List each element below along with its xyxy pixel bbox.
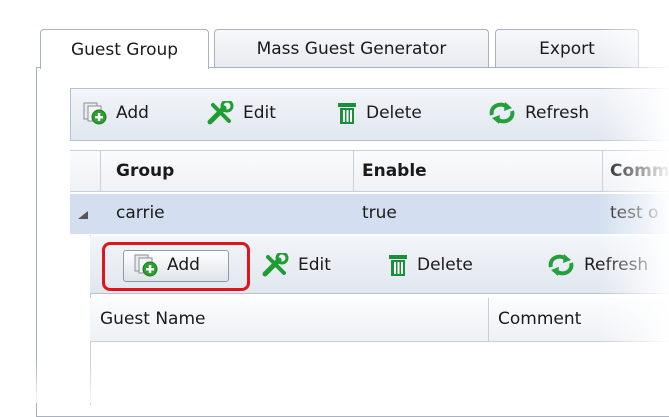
- column-header-group[interactable]: Group: [116, 161, 174, 181]
- tools-icon: [262, 253, 289, 277]
- highlight-box: [102, 242, 250, 291]
- guest-edit-button[interactable]: Edit: [262, 253, 331, 277]
- refresh-icon: [489, 102, 515, 124]
- guest-refresh-button[interactable]: Refresh: [546, 253, 648, 277]
- group-table-header: Group Enable Comment: [70, 150, 669, 192]
- refresh-icon: [548, 254, 574, 276]
- delete-label: Delete: [417, 255, 473, 275]
- group-delete-button[interactable]: Delete: [336, 101, 422, 125]
- enable-cell: true: [362, 203, 397, 223]
- edit-label: Edit: [298, 255, 331, 275]
- tab-label: Guest Group: [70, 39, 179, 60]
- table-row[interactable]: carrie true test o: [70, 194, 669, 234]
- edit-label: Edit: [243, 103, 276, 123]
- trash-icon: [389, 255, 407, 276]
- group-cell: carrie: [116, 203, 165, 223]
- add-label: Add: [116, 103, 149, 123]
- guest-delete-button[interactable]: Delete: [387, 253, 473, 277]
- group-add-button[interactable]: Add: [82, 101, 149, 125]
- column-header-guest-name[interactable]: Guest Name: [100, 309, 206, 329]
- column-header-comment[interactable]: Comment: [610, 161, 669, 181]
- group-refresh-button[interactable]: Refresh: [487, 101, 589, 125]
- comment-cell: test o: [610, 203, 659, 223]
- tab-export[interactable]: Export: [495, 29, 639, 67]
- refresh-label: Refresh: [525, 103, 590, 123]
- guest-table-header: Guest Name Comment: [90, 298, 669, 342]
- refresh-label: Refresh: [584, 255, 649, 275]
- delete-label: Delete: [366, 103, 422, 123]
- tab-guest-group[interactable]: Guest Group: [40, 29, 209, 69]
- expand-triangle-icon[interactable]: [77, 210, 89, 220]
- group-edit-button[interactable]: Edit: [207, 101, 276, 125]
- add-icon: [83, 102, 107, 125]
- column-header-enable[interactable]: Enable: [362, 161, 427, 181]
- tab-label: Mass Guest Generator: [256, 38, 447, 59]
- tools-icon: [207, 101, 234, 125]
- trash-icon: [338, 103, 356, 124]
- tab-label: Export: [539, 38, 595, 59]
- tab-mass-guest-generator[interactable]: Mass Guest Generator: [214, 29, 489, 67]
- column-header-comment[interactable]: Comment: [498, 309, 581, 329]
